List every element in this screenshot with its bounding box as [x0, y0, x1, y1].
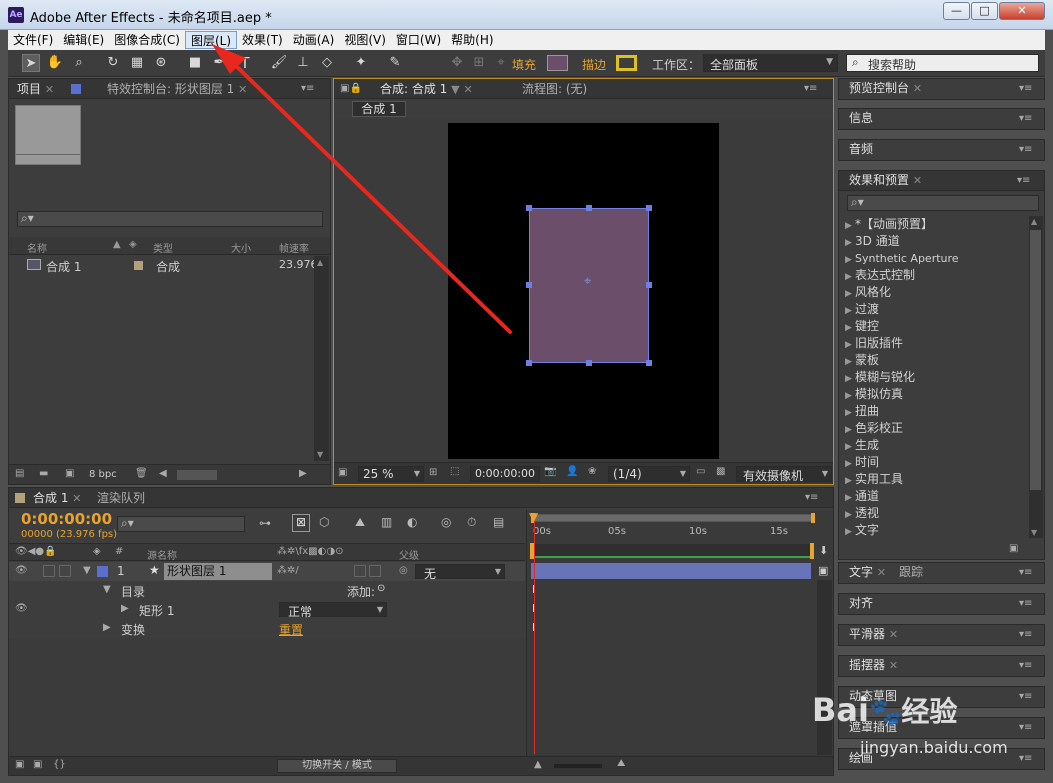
paw-icon: 🐾: [868, 698, 902, 728]
watermark-url: jingyan.baidu.com: [860, 738, 1008, 757]
watermark-logo: Bai🐾经验: [812, 691, 958, 729]
annotation-arrow: [212, 44, 512, 334]
